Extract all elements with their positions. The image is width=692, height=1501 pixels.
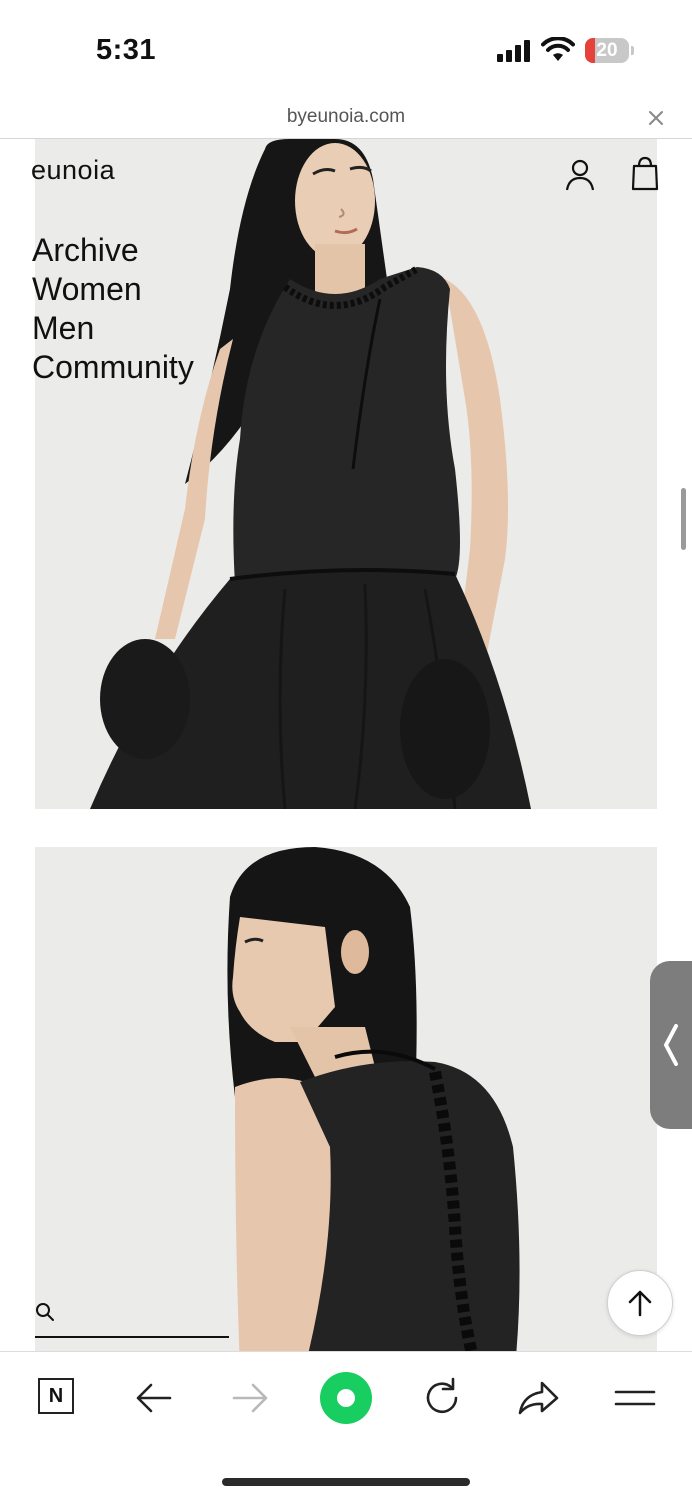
user-icon[interactable]	[565, 159, 595, 191]
battery-icon: 20	[585, 38, 629, 63]
home-indicator	[222, 1478, 470, 1486]
address-bar[interactable]: byeunoia.com	[0, 96, 692, 139]
site-logo[interactable]: eunoia	[31, 155, 115, 186]
share-icon[interactable]	[514, 1374, 562, 1422]
nav-community[interactable]: Community	[32, 348, 194, 387]
close-icon[interactable]	[646, 108, 666, 128]
search-icon[interactable]	[35, 1302, 55, 1322]
wifi-icon	[541, 37, 575, 61]
nav-men[interactable]: Men	[32, 309, 194, 348]
search-field[interactable]	[35, 1302, 229, 1338]
site-nav: Archive Women Men Community	[32, 231, 194, 387]
back-arrow-icon[interactable]	[130, 1374, 178, 1422]
battery-cap	[631, 46, 634, 55]
nav-archive[interactable]: Archive	[32, 231, 194, 270]
product-photo-back[interactable]	[35, 847, 657, 1351]
green-home-button[interactable]	[320, 1372, 372, 1424]
arrow-up-icon	[628, 1290, 652, 1317]
web-page: eunoia Archive Women Men Community	[0, 139, 692, 1351]
status-bar: 5:31 20	[0, 0, 692, 96]
model-back-illustration	[35, 847, 657, 1351]
nav-women[interactable]: Women	[32, 270, 194, 309]
battery-level: 20	[596, 40, 618, 61]
back-to-top-button[interactable]	[607, 1270, 673, 1336]
reload-icon[interactable]	[418, 1374, 466, 1422]
scrollbar[interactable]	[681, 488, 686, 550]
shopping-bag-icon[interactable]	[630, 156, 660, 192]
side-panel-handle[interactable]	[650, 961, 692, 1129]
cellular-signal-icon	[497, 40, 533, 62]
status-time: 5:31	[96, 34, 157, 66]
naver-n-icon[interactable]: N	[38, 1378, 74, 1414]
browser-toolbar: N	[0, 1351, 692, 1501]
menu-icon[interactable]	[611, 1374, 659, 1422]
chevron-left-icon	[663, 1024, 678, 1066]
forward-arrow-icon[interactable]	[226, 1374, 274, 1422]
url-domain[interactable]: byeunoia.com	[0, 106, 692, 128]
